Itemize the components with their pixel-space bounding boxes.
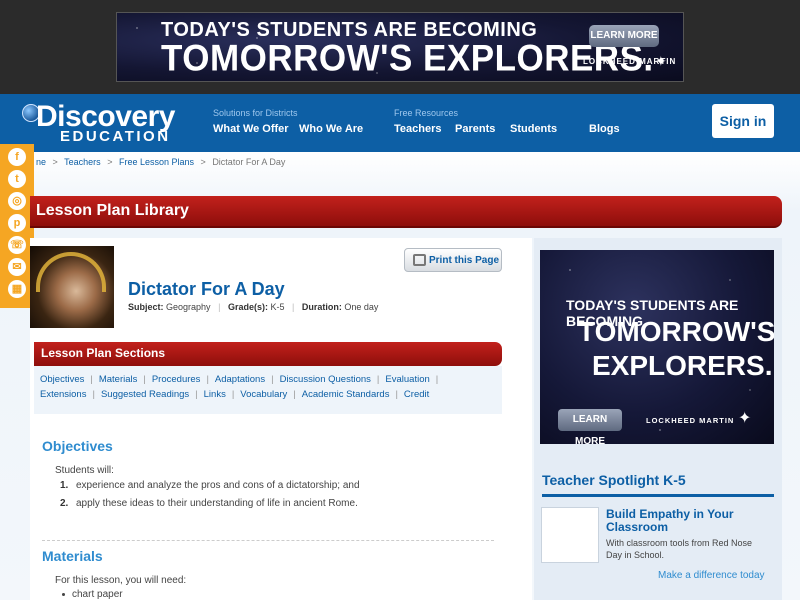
section-divider: |: [395, 389, 398, 400]
material-item: chart paper: [72, 589, 123, 600]
laurel-wreath-image: [36, 252, 106, 292]
nav-parents[interactable]: Parents: [455, 123, 495, 135]
breadcrumb-sep: >: [200, 157, 206, 167]
section-divider: |: [143, 374, 146, 385]
spotlight-thumbnail[interactable]: [541, 507, 599, 563]
sections-title: Lesson Plan Sections: [41, 346, 166, 360]
lesson-sections-header: Lesson Plan Sections: [34, 342, 502, 366]
section-divider: |: [195, 389, 198, 400]
top-ad-banner[interactable]: TODAY'S STUDENTS ARE BECOMING TOMORROW'S…: [116, 12, 684, 82]
subject-label: Subject:: [128, 302, 164, 312]
breadcrumb-home[interactable]: ne: [36, 157, 46, 167]
nav-students[interactable]: Students: [510, 123, 557, 135]
objectives-heading: Objectives: [42, 438, 113, 454]
social-share-sidebar: f t ◎ p ☏ ✉ ▦: [0, 144, 34, 308]
objective-item: apply these ideas to their understanding…: [76, 498, 358, 509]
section-divider: |: [90, 374, 93, 385]
duration-label: Duration:: [301, 302, 342, 312]
lesson-sections-box: Objectives | Materials | Procedures | Adaptati…: [34, 366, 502, 414]
printer-icon: [413, 254, 426, 266]
nav-teachers[interactable]: Teachers: [394, 123, 442, 135]
breadcrumb: ne > Teachers > Free Lesson Plans > Dict…: [36, 157, 285, 167]
make-a-difference-link[interactable]: Make a difference today: [658, 570, 765, 581]
breadcrumb-free-lesson-plans[interactable]: Free Lesson Plans: [119, 157, 194, 167]
section-link-materials[interactable]: Materials: [99, 374, 138, 385]
duration-value: One day: [344, 302, 379, 312]
section-divider: |: [206, 374, 209, 385]
lockheed-star-icon: ✦: [738, 410, 752, 427]
nav-what-we-offer[interactable]: What We Offer: [213, 123, 289, 135]
sections-row-2: Extensions | Suggested Readings | Links | Voca…: [40, 389, 429, 400]
nav-blogs[interactable]: Blogs: [589, 123, 620, 135]
section-link-credit[interactable]: Credit: [404, 389, 429, 400]
materials-intro: For this lesson, you will need:: [55, 575, 187, 586]
meta-divider: |: [292, 302, 295, 312]
nav-who-we-are[interactable]: Who We Are: [299, 123, 363, 135]
grade-value: K-5: [270, 302, 285, 312]
spotlight-headline-link[interactable]: Build Empathy in Your Classroom: [606, 508, 776, 534]
objective-number: 2.: [60, 498, 69, 509]
print-page-button[interactable]: Print this Page: [404, 248, 502, 272]
calendar-icon[interactable]: ▦: [8, 280, 26, 298]
facebook-icon[interactable]: f: [8, 148, 26, 166]
spotlight-description: With classroom tools from Red Nose Day i…: [606, 538, 753, 560]
section-divider-line: [42, 540, 494, 541]
sidebar-ad[interactable]: TODAY'S STUDENTS ARE BECOMING TOMORROW'S…: [540, 250, 774, 444]
phone-icon[interactable]: ☏: [8, 236, 26, 254]
email-icon[interactable]: ✉: [8, 258, 26, 276]
lesson-plan-library-banner: Lesson Plan Library: [30, 196, 782, 228]
materials-heading: Materials: [42, 548, 103, 564]
objectives-intro: Students will:: [55, 465, 114, 476]
lockheed-star-icon: ✦: [655, 53, 667, 69]
section-divider: |: [435, 374, 439, 385]
resources-label: Free Resources: [394, 108, 459, 118]
sidebar-ad-learn-more-button[interactable]: LEARN MORE: [558, 409, 622, 444]
breadcrumb-sep: >: [107, 157, 113, 167]
section-divider: |: [231, 389, 235, 400]
ad-headline-line2: TOMORROW'S EXPLORERS.: [161, 38, 654, 79]
sidebar-ad-line3: EXPLORERS.: [592, 350, 773, 381]
instagram-icon[interactable]: ◎: [8, 192, 26, 210]
logo-word-education: EDUCATION: [60, 128, 171, 145]
grade-label: Grade(s):: [227, 302, 268, 312]
section-divider: |: [92, 389, 95, 400]
subject-value: Geography: [166, 302, 211, 312]
objective-number: 1.: [60, 480, 69, 491]
objective-item: experience and analyze the pros and cons…: [76, 480, 360, 491]
section-link-links[interactable]: Links: [204, 389, 226, 400]
meta-divider: |: [218, 302, 221, 312]
sections-row-1: Objectives | Materials | Procedures | Adaptati…: [40, 374, 444, 385]
page-title: Dictator For A Day: [128, 279, 285, 299]
breadcrumb-sep: >: [52, 157, 58, 167]
twitter-icon[interactable]: t: [8, 170, 26, 188]
breadcrumb-current: Dictator For A Day: [212, 157, 286, 167]
section-link-objectives[interactable]: Objectives: [40, 374, 84, 385]
pinterest-icon[interactable]: p: [8, 214, 26, 232]
breadcrumb-teachers[interactable]: Teachers: [64, 157, 101, 167]
lesson-thumbnail: [30, 246, 114, 328]
section-link-academic-standards[interactable]: Academic Standards: [302, 389, 390, 400]
library-title: Lesson Plan Library: [36, 202, 189, 219]
section-link-suggested-readings[interactable]: Suggested Readings: [101, 389, 189, 400]
section-link-vocabulary[interactable]: Vocabulary: [240, 389, 287, 400]
sidebar-ad-brand: LOCKHEED MARTIN: [646, 416, 735, 425]
districts-label: Solutions for Districts: [213, 108, 298, 118]
print-label: Print this Page: [429, 255, 500, 266]
spotlight-underline: [542, 494, 774, 497]
section-link-evaluation[interactable]: Evaluation: [385, 374, 429, 385]
section-link-adaptations[interactable]: Adaptations: [215, 374, 265, 385]
teacher-spotlight-title: Teacher Spotlight K-5: [542, 472, 686, 488]
section-divider: |: [376, 374, 380, 385]
section-divider: |: [271, 374, 274, 385]
sign-in-button[interactable]: Sign in: [712, 104, 774, 138]
section-link-procedures[interactable]: Procedures: [152, 374, 201, 385]
discovery-education-logo[interactable]: Discovery EDUCATION: [22, 100, 192, 146]
section-link-extensions[interactable]: Extensions: [40, 389, 86, 400]
ad-learn-more-button[interactable]: LEARN MORE: [589, 25, 659, 47]
sidebar-ad-line2: TOMORROW'S: [578, 316, 774, 347]
lesson-meta: Subject: Geography | Grade(s): K-5 | Dur…: [128, 302, 378, 312]
list-bullet: [62, 593, 65, 596]
section-divider: |: [293, 389, 296, 400]
section-link-discussion-questions[interactable]: Discussion Questions: [280, 374, 371, 385]
